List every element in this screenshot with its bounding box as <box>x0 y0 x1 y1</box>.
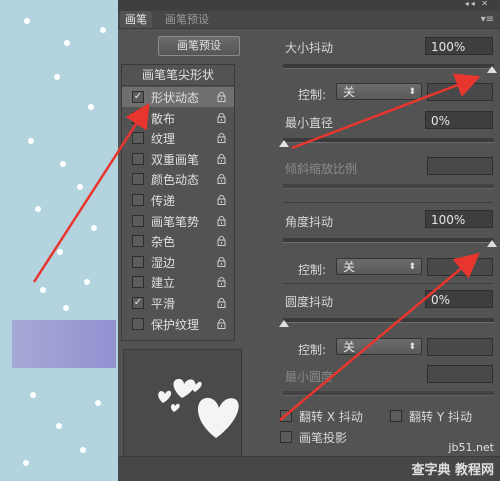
arrow-to-size-slider <box>291 73 481 150</box>
annotation-arrows <box>32 73 481 421</box>
arrow-to-shape-dynamics <box>32 102 150 283</box>
arrow-to-angle-slider <box>279 252 480 421</box>
